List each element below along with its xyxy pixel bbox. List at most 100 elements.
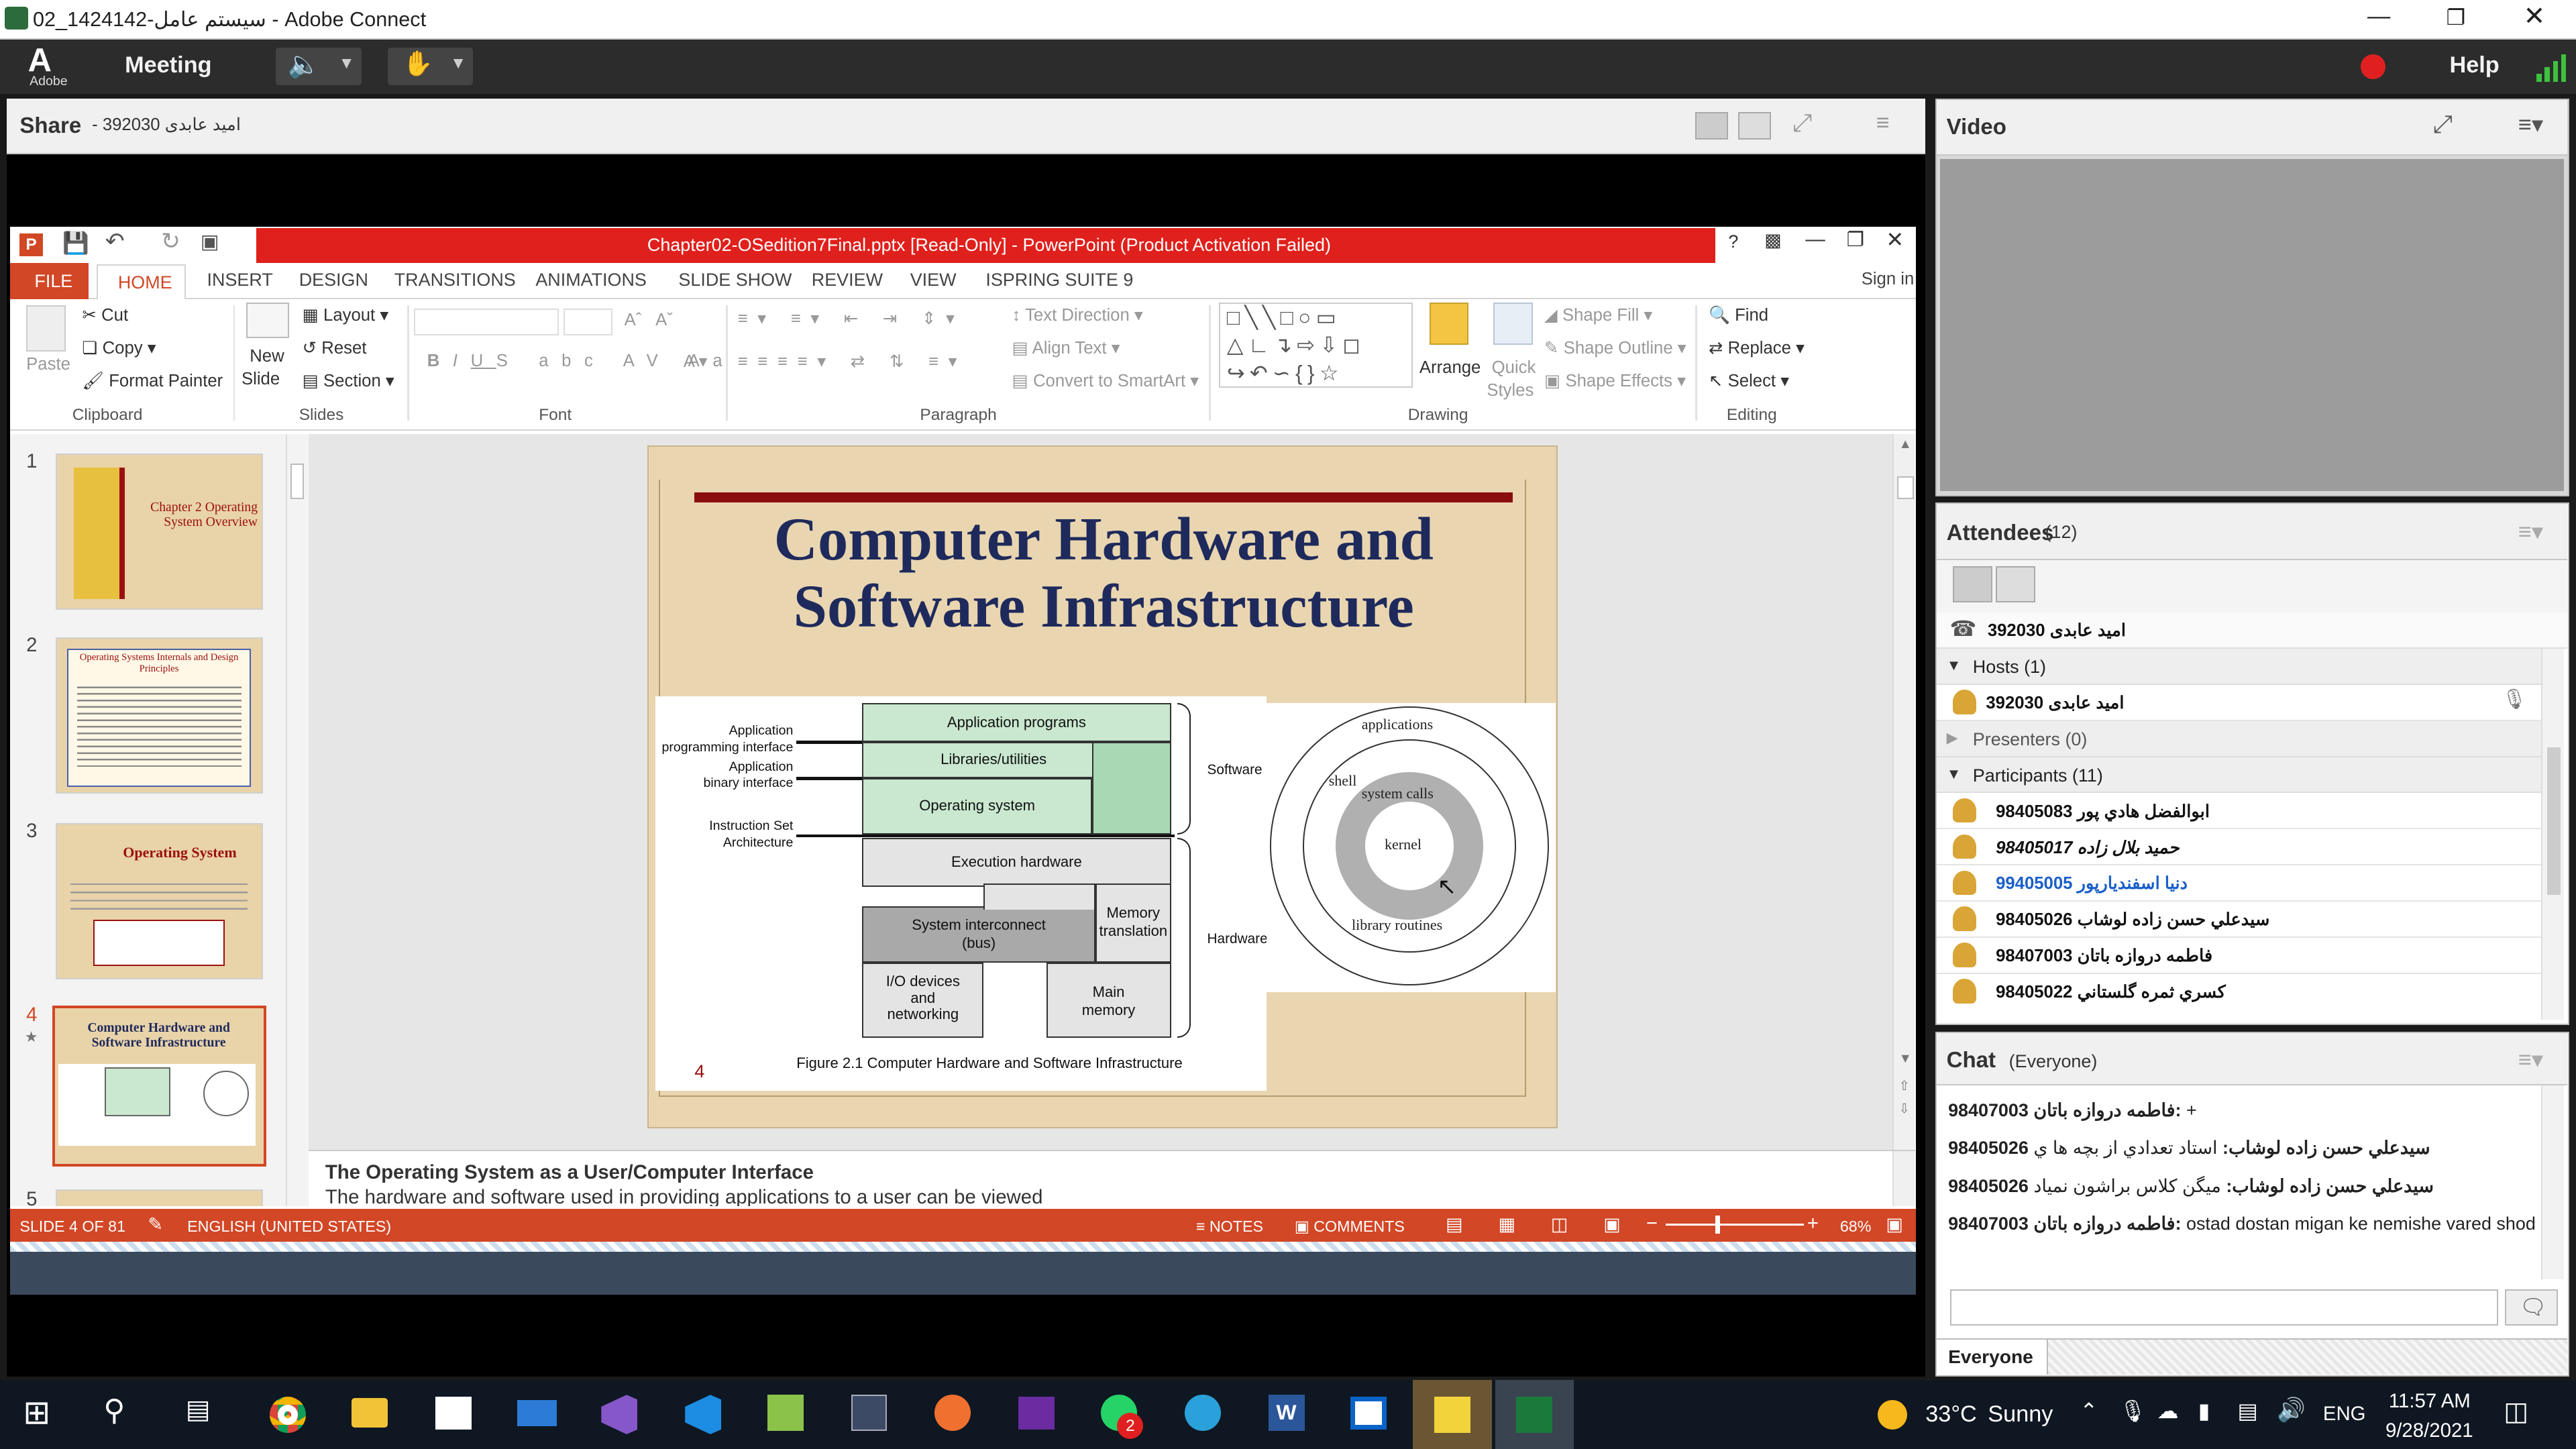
hosts-section[interactable]: ▼ Hosts (1): [1936, 648, 2542, 685]
clock-time[interactable]: 11:57 AM: [2389, 1390, 2471, 1413]
view-toggle-button[interactable]: [1695, 111, 1729, 140]
reset-button[interactable]: ↺ Reset: [303, 338, 367, 358]
pod-menu-icon[interactable]: ≡: [1876, 110, 1890, 136]
slide-thumbnail-3[interactable]: Operating System: [56, 822, 263, 979]
status-language[interactable]: ENGLISH (UNITED STATES): [187, 1218, 391, 1236]
restore-button[interactable]: ❐: [2447, 5, 2466, 30]
word-icon[interactable]: W: [1268, 1395, 1305, 1432]
ppt-close-button[interactable]: ✕: [1886, 227, 1904, 252]
tab-animations[interactable]: ANIMATIONS: [535, 270, 647, 290]
tab-ispring[interactable]: ISPRING SUITE 9: [985, 270, 1133, 290]
tab-review[interactable]: REVIEW: [812, 270, 883, 290]
cloud-icon[interactable]: ☁: [2157, 1398, 2179, 1424]
weather-text[interactable]: Sunny: [1988, 1401, 2053, 1428]
weather-temp[interactable]: 33°C: [1925, 1401, 1977, 1428]
chat-scrollbar[interactable]: [2541, 1085, 2565, 1280]
paste-button[interactable]: Paste: [26, 355, 70, 374]
new-slide-icon[interactable]: [246, 302, 289, 339]
pod-menu-icon[interactable]: ≡▾: [2518, 1046, 2543, 1073]
font-color-icon[interactable]: A ▾: [684, 352, 708, 372]
copy-button[interactable]: ❏ Copy ▾: [82, 338, 156, 358]
tray-chevron-icon[interactable]: ⌃: [2080, 1398, 2098, 1424]
attendee-row[interactable]: 98405022 کسري ثمره گلستاني: [1936, 973, 2542, 1010]
shape-outline-button[interactable]: ✎ Shape Outline ▾: [1544, 338, 1686, 358]
save-icon[interactable]: 💾: [62, 230, 89, 256]
slide-sorter-icon[interactable]: ▦: [1498, 1214, 1515, 1235]
attendee-row[interactable]: 392030 امید عابدی 🎙: [1936, 684, 2542, 721]
mail-icon[interactable]: [517, 1399, 557, 1426]
slide-thumbnail-pane[interactable]: 1 Chapter 2 Operating System Overview 2 …: [9, 433, 309, 1206]
tab-slide-show[interactable]: SLIDE SHOW: [678, 270, 792, 290]
tab-transitions[interactable]: TRANSITIONS: [394, 270, 516, 290]
fullscreen-icon[interactable]: ⤢: [2433, 110, 2453, 139]
select-button[interactable]: ↖ Select ▾: [1709, 371, 1789, 391]
section-button[interactable]: ▤ Section ▾: [303, 371, 394, 391]
replace-button[interactable]: ⇄ Replace ▾: [1709, 338, 1805, 358]
participants-section[interactable]: ▼ Participants (11): [1936, 757, 2542, 794]
raise-hand-button[interactable]: ✋ ▼: [387, 48, 474, 86]
redo-icon[interactable]: ↻: [161, 228, 180, 255]
status-view-button[interactable]: [1996, 566, 2035, 603]
zoom-level[interactable]: 68%: [1840, 1218, 1872, 1236]
new-slide-button[interactable]: New: [250, 347, 284, 366]
zoom-slider-thumb[interactable]: [1715, 1216, 1721, 1234]
zoom-out-button[interactable]: −: [1646, 1212, 1658, 1235]
attendee-row[interactable]: 98405083 ابوالفضل هادي پور: [1936, 793, 2542, 830]
vscode-icon[interactable]: [685, 1395, 722, 1434]
close-button[interactable]: ✕: [2524, 1, 2546, 32]
slide-vertical-scrollbar[interactable]: ▲ ▼ ⇧ ⇩: [1892, 433, 1916, 1150]
start-windows-icon[interactable]: ⊞: [23, 1393, 50, 1432]
format-painter-button[interactable]: 🖌 Format Painter: [82, 371, 223, 391]
slide-thumbnail-5[interactable]: [56, 1189, 263, 1206]
font-name-box[interactable]: [414, 309, 559, 335]
search-icon[interactable]: ⚲: [103, 1393, 125, 1428]
font-grow-icon[interactable]: Aˆ: [625, 311, 642, 330]
paragraph-list-icons[interactable]: ≡▾ ≡▾ ⇤ ⇥ ⇕▾: [738, 309, 965, 329]
app-cube-icon[interactable]: [851, 1395, 888, 1432]
tool-icon[interactable]: [767, 1395, 804, 1432]
attendee-row[interactable]: 98407003 فاطمه دروازه باتان: [1936, 937, 2542, 974]
shape-fill-button[interactable]: ◢ Shape Fill ▾: [1544, 305, 1652, 325]
present-icon[interactable]: ▣: [201, 230, 219, 254]
convert-smartart-button[interactable]: ▤ Convert to SmartArt ▾: [1012, 371, 1199, 391]
view-toggle-button[interactable]: [1738, 111, 1771, 140]
spellcheck-icon[interactable]: ✎: [148, 1214, 163, 1235]
chat-input[interactable]: [1949, 1289, 2499, 1326]
clock-date[interactable]: 9/28/2021: [2385, 1419, 2473, 1442]
attendee-row[interactable]: 98405026 سيدعلي حسن زاده لوشاب: [1936, 902, 2542, 938]
arrange-button[interactable]: Arrange: [1419, 358, 1481, 378]
attendee-row[interactable]: 99405005 دنيا اسفنديارپور: [1936, 865, 2542, 902]
record-indicator-icon[interactable]: [2361, 54, 2385, 79]
layout-button[interactable]: ▦ Layout ▾: [303, 305, 389, 325]
media-app-icon[interactable]: [1018, 1396, 1055, 1430]
network-icon[interactable]: ▤: [2238, 1398, 2258, 1424]
attendee-scrollbar[interactable]: [2541, 648, 2565, 1020]
quick-styles-button[interactable]: Quick: [1492, 358, 1536, 378]
shape-effects-button[interactable]: ▣ Shape Effects ▾: [1544, 371, 1686, 391]
zoom-slider[interactable]: [1666, 1216, 1804, 1234]
quick-styles-icon[interactable]: [1493, 302, 1533, 345]
tab-view[interactable]: VIEW: [910, 270, 957, 290]
shapes-gallery[interactable]: □╲╲□○▭ △∟↴⇨⇩◻ ↪↶∽{}☆: [1219, 302, 1413, 388]
send-message-button[interactable]: 🗨: [2505, 1289, 2558, 1326]
font-shrink-icon[interactable]: Aˇ: [655, 311, 673, 330]
window-app-icon[interactable]: [1350, 1396, 1387, 1430]
adobe-connect-taskbar-icon[interactable]: [1495, 1380, 1574, 1449]
find-button[interactable]: 🔍 Find: [1709, 305, 1768, 325]
slide-thumbnail-2[interactable]: Operating Systems Internals and Design P…: [56, 637, 263, 794]
input-language[interactable]: ENG: [2323, 1403, 2366, 1426]
tab-insert[interactable]: INSERT: [207, 270, 273, 290]
arrange-icon[interactable]: [1429, 302, 1469, 345]
task-view-icon[interactable]: ▤: [186, 1395, 211, 1425]
attendee-row[interactable]: 98405017 حميد بلال زاده: [1936, 829, 2542, 866]
undo-icon[interactable]: ↶: [105, 228, 125, 255]
normal-view-icon[interactable]: ▤: [1446, 1214, 1462, 1235]
slide-canvas[interactable]: Computer Hardware and Software Infrastru…: [647, 445, 1558, 1129]
paste-icon[interactable]: [26, 305, 66, 352]
microphone-tray-icon[interactable]: 🎙: [2119, 1398, 2146, 1424]
help-menu[interactable]: Help: [2449, 52, 2499, 78]
ribbon-display-icon[interactable]: ▩: [1764, 230, 1781, 251]
notes-toggle[interactable]: ≡ NOTES: [1196, 1218, 1263, 1236]
pen-app-icon[interactable]: [934, 1395, 971, 1432]
pod-menu-icon[interactable]: ≡▾: [2518, 519, 2543, 545]
